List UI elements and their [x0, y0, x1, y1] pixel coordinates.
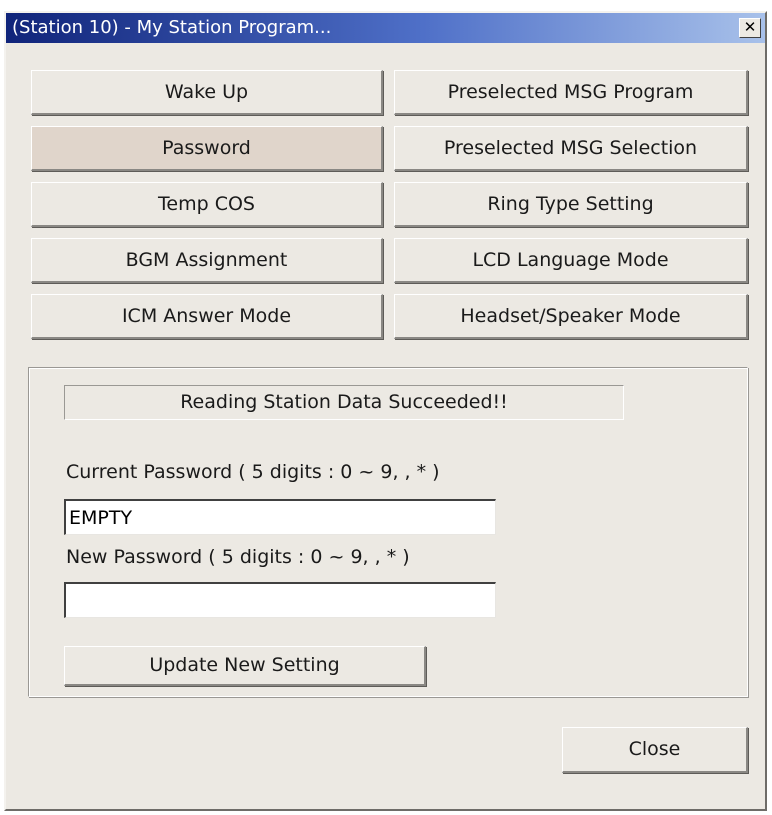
wake-up-button[interactable]: Wake Up [31, 70, 383, 115]
preselected-msg-selection-button[interactable]: Preselected MSG Selection [394, 126, 748, 171]
title-bar: (Station 10) - My Station Program... ✕ [6, 13, 765, 43]
new-password-field[interactable] [64, 582, 496, 618]
update-new-setting-button[interactable]: Update New Setting [64, 646, 426, 686]
preselected-msg-program-button[interactable]: Preselected MSG Program [394, 70, 748, 115]
bgm-assignment-button[interactable]: BGM Assignment [31, 238, 383, 283]
temp-cos-button[interactable]: Temp COS [31, 182, 383, 227]
headset-speaker-mode-button[interactable]: Headset/Speaker Mode [394, 294, 748, 339]
close-button[interactable]: Close [562, 727, 748, 773]
ring-type-setting-button[interactable]: Ring Type Setting [394, 182, 748, 227]
window-title: (Station 10) - My Station Program... [12, 17, 332, 38]
current-password-field[interactable] [64, 499, 496, 535]
current-password-label: Current Password ( 5 digits : 0 ~ 9, , *… [66, 461, 440, 483]
icm-answer-mode-button[interactable]: ICM Answer Mode [31, 294, 383, 339]
status-message: Reading Station Data Succeeded!! [64, 385, 624, 420]
new-password-label: New Password ( 5 digits : 0 ~ 9, , * ) [66, 546, 410, 568]
password-button[interactable]: Password [31, 126, 383, 171]
close-icon[interactable]: ✕ [739, 18, 761, 38]
lcd-language-mode-button[interactable]: LCD Language Mode [394, 238, 748, 283]
